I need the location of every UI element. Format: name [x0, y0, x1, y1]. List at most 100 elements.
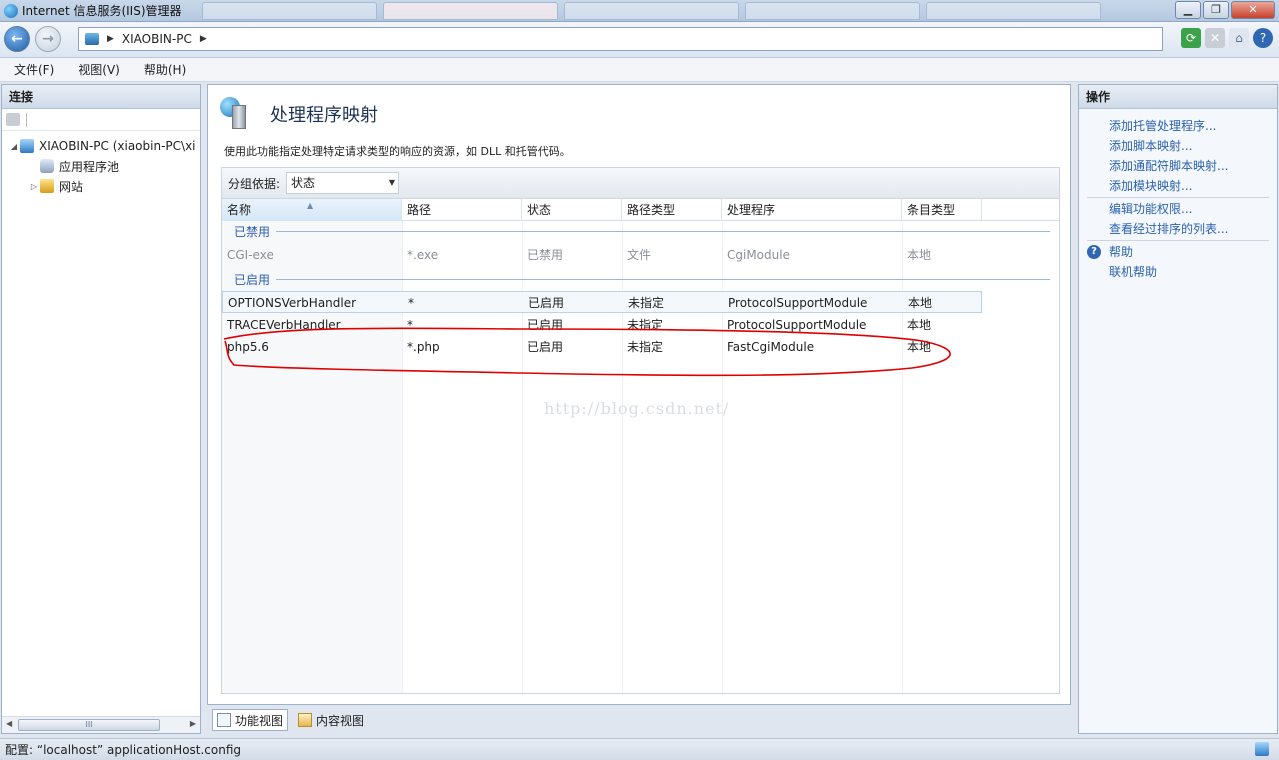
breadcrumb[interactable]: ▶ XIAOBIN-PC ▶	[78, 27, 1163, 51]
scroll-left-icon[interactable]: ◀	[6, 719, 12, 728]
action-help[interactable]: ? 帮助	[1079, 242, 1277, 262]
chevron-right-icon[interactable]: ▶	[200, 34, 207, 44]
menu-help[interactable]: 帮助(H)	[130, 61, 196, 78]
column-header-path-type[interactable]: 路径类型	[622, 199, 722, 221]
features-view-icon	[217, 713, 231, 727]
app-pool-icon	[40, 159, 54, 173]
column-header-label: 名称	[227, 203, 252, 217]
background-tab[interactable]	[201, 1, 377, 20]
cell-handler: CgiModule	[727, 248, 790, 262]
refresh-icon[interactable]: ⟳	[1181, 28, 1201, 48]
breadcrumb-server[interactable]: XIAOBIN-PC	[122, 32, 192, 46]
tab-features-view[interactable]: 功能视图	[212, 709, 289, 731]
tree-item-label: 网站	[59, 179, 84, 194]
dropdown-arrow-icon[interactable]: ▼	[389, 173, 395, 193]
cell-handler: FastCgiModule	[727, 340, 815, 354]
action-online-help[interactable]: 联机帮助	[1079, 262, 1277, 282]
background-tab[interactable]	[563, 1, 739, 20]
column-header-handler[interactable]: 处理程序	[722, 199, 902, 221]
column-header-state[interactable]: 状态	[522, 199, 622, 221]
table-row[interactable]: CGI-exe *.exe 已禁用 文件 CgiModule 本地	[222, 244, 982, 266]
feature-panel: 处理程序映射 使用此功能指定处理特定请求类型的响应的资源，如 DLL 和托管代码…	[207, 84, 1071, 705]
menu-file[interactable]: 文件(F)	[0, 61, 64, 78]
handler-mappings-list: 分组依据: 状态 ▼ 名称 ▲ 路径 状态 路径类型 处理程序 条目类型 已禁用…	[221, 167, 1060, 694]
column-headers: 名称 ▲ 路径 状态 路径类型 处理程序 条目类型	[222, 199, 1059, 221]
group-header-disabled[interactable]: 已禁用	[222, 221, 1060, 241]
status-bar: 配置: “localhost” applicationHost.config	[0, 738, 1279, 760]
tab-label: 功能视图	[235, 713, 284, 728]
tab-content-view[interactable]: 内容视图	[294, 709, 368, 731]
iis-app-icon	[4, 3, 18, 18]
forward-button[interactable]: →	[35, 26, 61, 52]
column-header-entry-type[interactable]: 条目类型	[902, 199, 982, 221]
action-add-managed-handler[interactable]: 添加托管处理程序...	[1079, 116, 1277, 136]
scroll-right-icon[interactable]: ▶	[190, 719, 196, 728]
address-bar: ← → ▶ XIAOBIN-PC ▶ ⟳ ✕ ⌂ ?	[0, 22, 1279, 58]
cell-path-type: 未指定	[627, 318, 664, 332]
group-header-enabled[interactable]: 已启用	[222, 269, 1060, 289]
cell-path-type: 未指定	[627, 340, 664, 354]
handler-mappings-icon	[220, 97, 252, 131]
back-button[interactable]: ←	[4, 26, 30, 52]
menu-view[interactable]: 视图(V)	[64, 61, 130, 78]
cell-entry-type: 本地	[907, 248, 932, 262]
stop-icon[interactable]: ✕	[1205, 28, 1225, 48]
view-tabs: 功能视图 内容视图	[212, 709, 368, 731]
connect-icon[interactable]	[6, 113, 20, 126]
cell-name: php5.6	[227, 340, 269, 354]
group-by-bar: 分组依据: 状态 ▼	[222, 168, 1059, 199]
table-row[interactable]: OPTIONSVerbHandler * 已启用 未指定 ProtocolSup…	[222, 291, 982, 313]
tree-item-label: 应用程序池	[59, 159, 120, 174]
close-button[interactable]: ✕	[1231, 1, 1275, 19]
cell-path-type: 文件	[627, 248, 652, 262]
cell-entry-type: 本地	[907, 318, 932, 332]
home-icon[interactable]: ⌂	[1229, 28, 1249, 48]
expand-icon[interactable]: ▷	[28, 182, 40, 191]
maximize-button[interactable]: ❐	[1203, 1, 1229, 19]
cell-handler: ProtocolSupportModule	[727, 318, 867, 332]
tree-item-label: XIAOBIN-PC (xiaobin-PC\xi	[39, 139, 196, 153]
group-by-value: 状态	[291, 176, 316, 190]
help-icon[interactable]: ?	[1253, 28, 1273, 48]
background-tab[interactable]	[744, 1, 920, 20]
column-header-name[interactable]: 名称 ▲	[222, 199, 402, 221]
cell-state: 已禁用	[527, 248, 564, 262]
help-icon: ?	[1087, 245, 1101, 259]
cell-path-type: 未指定	[628, 296, 665, 310]
cell-entry-type: 本地	[908, 296, 933, 310]
horizontal-scrollbar[interactable]: ◀ III ▶	[2, 716, 200, 733]
cell-state: 已启用	[527, 340, 564, 354]
content-view-icon	[298, 713, 313, 727]
action-add-module-mapping[interactable]: 添加模块映射...	[1079, 176, 1277, 196]
window-title: Internet 信息服务(IIS)管理器	[22, 4, 182, 18]
background-tab[interactable]	[382, 1, 558, 20]
collapse-icon[interactable]: ◢	[8, 142, 20, 151]
minimize-button[interactable]: ▁	[1175, 1, 1201, 19]
page-description: 使用此功能指定处理特定请求类型的响应的资源，如 DLL 和托管代码。	[224, 145, 571, 158]
group-label: 已启用	[234, 272, 271, 287]
connections-panel: 连接 ◢ XIAOBIN-PC (xiaobin-PC\xi 应用程序池 ▷ 网…	[1, 84, 201, 734]
action-add-wildcard-script-map[interactable]: 添加通配符脚本映射...	[1079, 156, 1277, 176]
scroll-thumb[interactable]: III	[18, 719, 160, 731]
tree-item-app-pools[interactable]: 应用程序池	[2, 156, 200, 176]
tree-item-sites[interactable]: ▷ 网站	[2, 176, 200, 196]
group-by-select[interactable]: 状态 ▼	[286, 172, 400, 194]
action-separator	[1087, 240, 1269, 241]
server-icon	[85, 33, 99, 45]
action-view-ordered-list[interactable]: 查看经过排序的列表...	[1079, 219, 1277, 239]
cell-path: *.php	[407, 340, 440, 354]
table-row[interactable]: php5.6 *.php 已启用 未指定 FastCgiModule 本地	[222, 336, 982, 358]
column-header-path[interactable]: 路径	[402, 199, 522, 221]
chevron-right-icon[interactable]: ▶	[107, 34, 114, 44]
cell-entry-type: 本地	[907, 340, 932, 354]
cell-handler: ProtocolSupportModule	[728, 296, 868, 310]
table-row[interactable]: TRACEVerbHandler * 已启用 未指定 ProtocolSuppo…	[222, 314, 982, 336]
server-status-icon	[1255, 742, 1269, 756]
background-tab[interactable]	[925, 1, 1101, 20]
connections-tree: ◢ XIAOBIN-PC (xiaobin-PC\xi 应用程序池 ▷ 网站	[2, 131, 200, 196]
action-edit-feature-permissions[interactable]: 编辑功能权限...	[1079, 199, 1277, 219]
cell-path: *.exe	[407, 248, 439, 262]
tree-item-server[interactable]: ◢ XIAOBIN-PC (xiaobin-PC\xi	[2, 136, 200, 156]
cell-name: OPTIONSVerbHandler	[228, 296, 357, 310]
action-add-script-map[interactable]: 添加脚本映射...	[1079, 136, 1277, 156]
